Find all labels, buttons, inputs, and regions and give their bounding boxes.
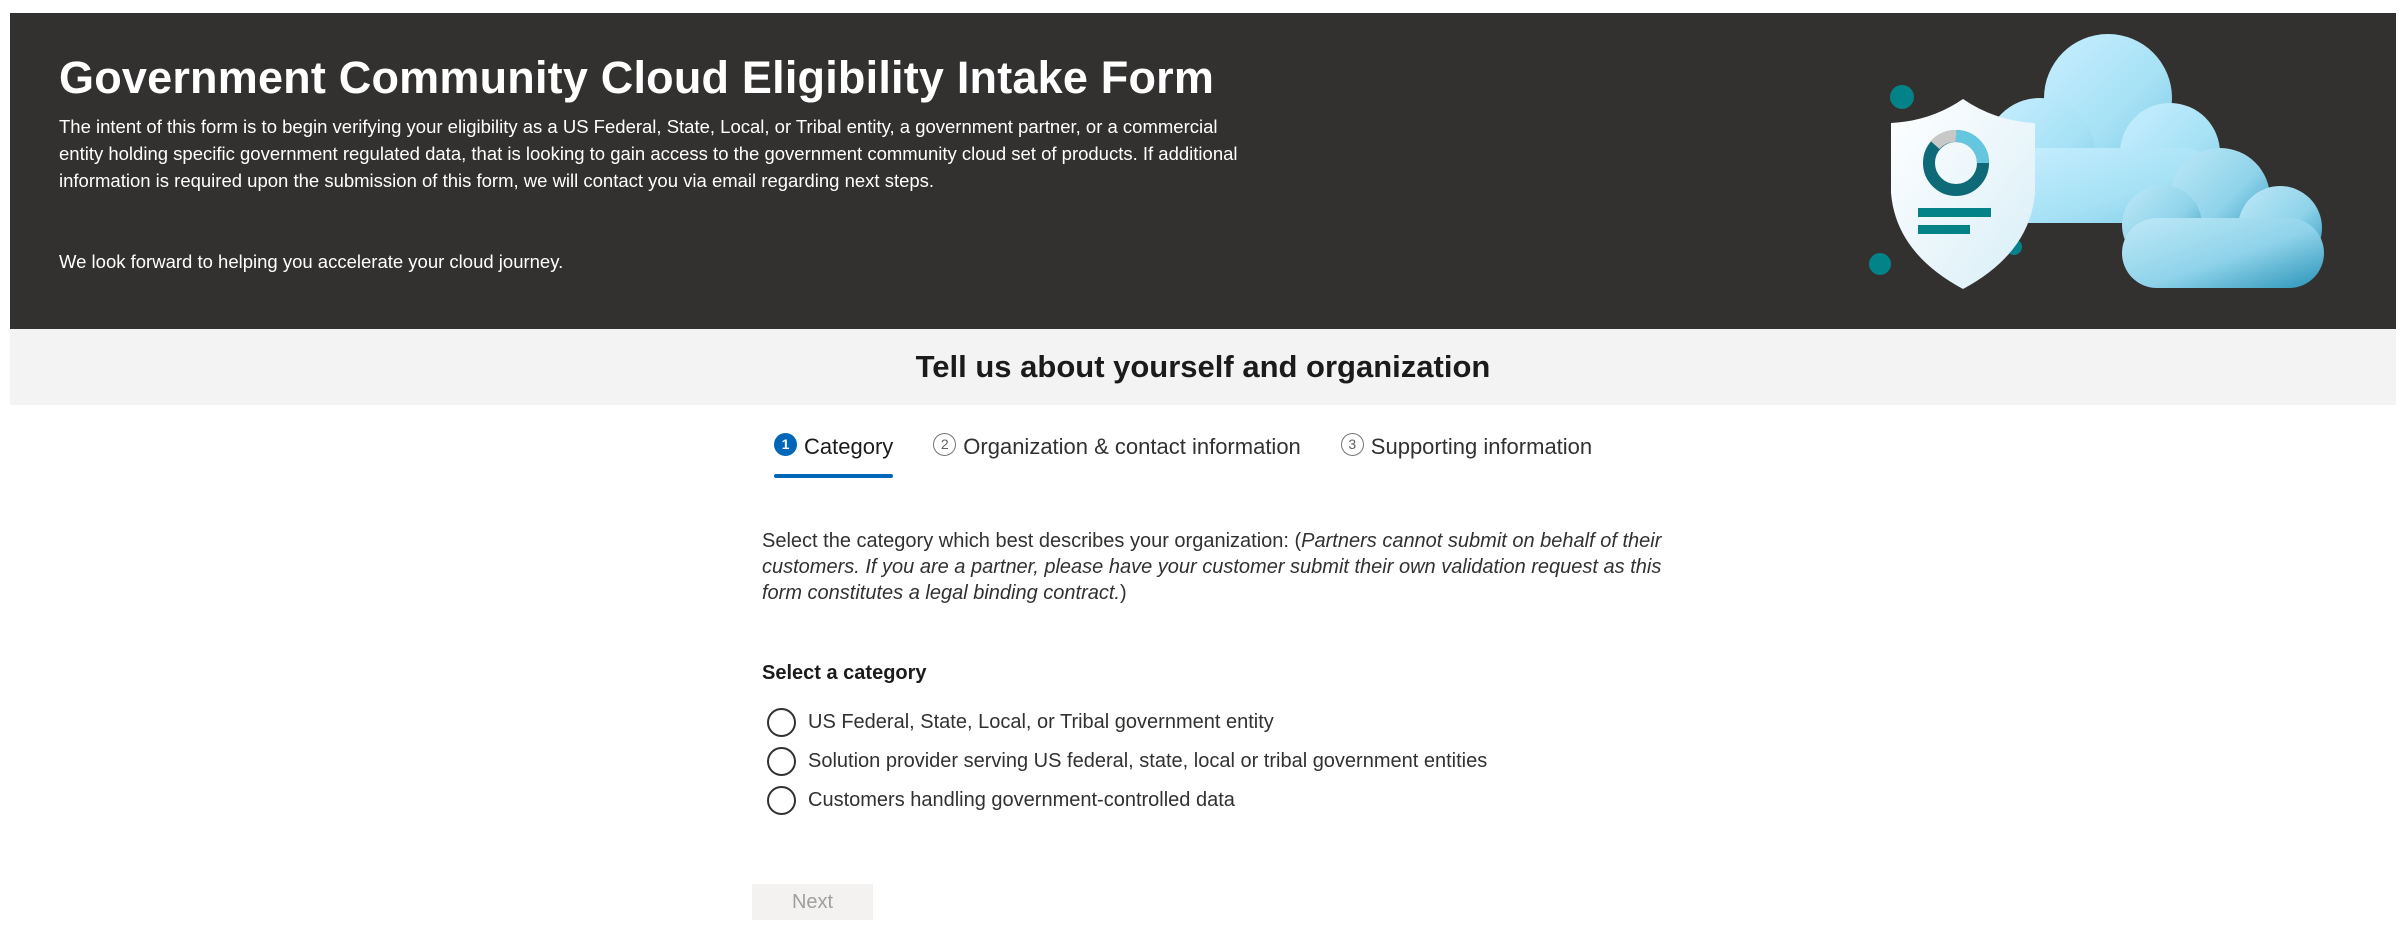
step-number: 2 <box>933 433 957 456</box>
step-label: Organization & contact information <box>963 434 1301 459</box>
category-form: Select the category which best describes… <box>762 528 1682 819</box>
radio-option-government-data[interactable]: Customers handling government-controlled… <box>762 781 1682 819</box>
intro-prefix: Select the category which best describes… <box>762 530 1302 552</box>
step-category[interactable]: 1 Category <box>774 432 894 478</box>
form-stepper: 1 Category 2 Organization & contact info… <box>774 432 1632 478</box>
radio-option-government-entity[interactable]: US Federal, State, Local, or Tribal gove… <box>762 703 1682 741</box>
radio-label: Solution provider serving US federal, st… <box>808 749 1488 772</box>
radio-button[interactable] <box>767 707 796 737</box>
radio-button[interactable] <box>767 785 796 815</box>
step-number: 3 <box>1340 433 1364 456</box>
step-label: Category <box>804 434 894 459</box>
hero-description: The intent of this form is to begin veri… <box>59 115 1238 191</box>
category-radio-group: US Federal, State, Local, or Tribal gove… <box>762 703 1682 819</box>
category-instructions: Select the category which best describes… <box>762 528 1682 606</box>
intro-suffix: ) <box>1119 582 1127 604</box>
section-header: Tell us about yourself and organization <box>10 329 2396 405</box>
hero-banner: Government Community Cloud Eligibility I… <box>10 13 2396 329</box>
radio-option-solution-provider[interactable]: Solution provider serving US federal, st… <box>762 741 1682 781</box>
section-title: Tell us about yourself and organization <box>915 349 1491 384</box>
shield-and-clouds-illustration <box>1869 34 2324 289</box>
page: Government Community Cloud Eligibility I… <box>10 0 2396 930</box>
hero-text: Government Community Cloud Eligibility I… <box>59 53 1259 275</box>
radio-button[interactable] <box>767 746 796 776</box>
shield-icon <box>1891 99 2035 289</box>
step-supporting-information[interactable]: 3 Supporting information <box>1340 432 1593 478</box>
step-organization-contact[interactable]: 2 Organization & contact information <box>933 432 1301 478</box>
next-button[interactable]: Next <box>752 884 873 920</box>
page-title: Government Community Cloud Eligibility I… <box>59 52 1215 103</box>
radio-label: US Federal, State, Local, or Tribal gove… <box>808 710 1274 733</box>
step-number: 1 <box>774 433 797 456</box>
category-field-label: Select a category <box>762 662 927 684</box>
radio-label: Customers handling government-controlled… <box>808 788 1235 811</box>
hero-closing: We look forward to helping you accelerat… <box>59 250 564 272</box>
step-label: Supporting information <box>1370 434 1593 459</box>
